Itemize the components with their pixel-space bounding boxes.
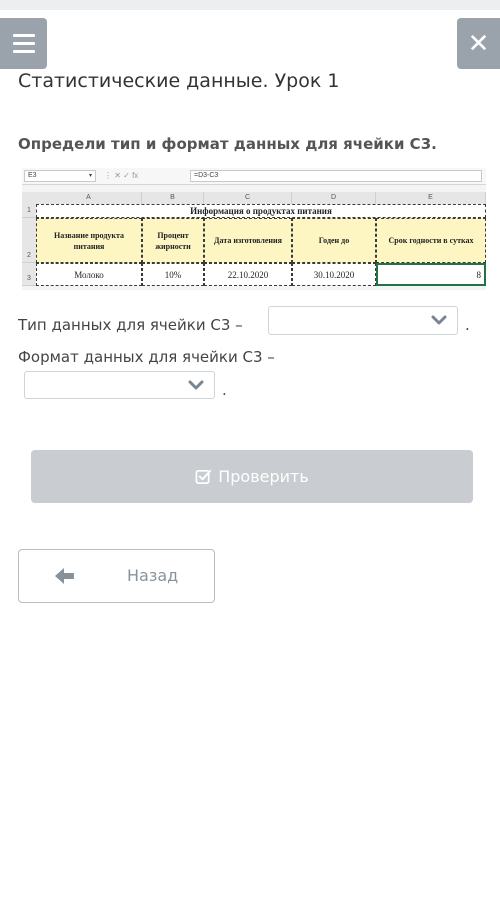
column-header-b: B bbox=[142, 192, 204, 204]
selected-cell: 8 bbox=[376, 263, 486, 286]
header-cell: Дата изготовления bbox=[204, 218, 292, 263]
spreadsheet-image: E3 ▾ ⋮ ✕ ✓ fx =D3-C3 A B C D E 1 2 3 Инф… bbox=[22, 168, 486, 290]
question-text: Определи тип и формат данных для ячейки … bbox=[18, 135, 437, 153]
data-cell: Молоко bbox=[36, 263, 142, 286]
check-button[interactable]: Проверить bbox=[31, 450, 473, 503]
close-icon: ✕ bbox=[467, 28, 490, 59]
header-cell: Процент жирности bbox=[142, 218, 204, 263]
column-header-c: C bbox=[204, 192, 292, 204]
question1-label: Тип данных для ячейки С3 – bbox=[18, 316, 243, 334]
row-header-2: 2 bbox=[22, 218, 36, 263]
top-bar bbox=[0, 0, 500, 10]
question2-end: . bbox=[222, 381, 227, 399]
back-button-label: Назад bbox=[127, 566, 179, 585]
data-cell: 30.10.2020 bbox=[292, 263, 376, 286]
row-header-3: 3 bbox=[22, 263, 36, 286]
data-type-select[interactable] bbox=[268, 306, 458, 335]
data-cell: 22.10.2020 bbox=[204, 263, 292, 286]
menu-button[interactable] bbox=[0, 18, 47, 69]
header-cell: Срок годности в сутках bbox=[376, 218, 486, 263]
sheet-corner bbox=[22, 192, 36, 204]
dropdown-icon: ▾ bbox=[88, 173, 92, 179]
arrow-left-icon bbox=[55, 568, 74, 584]
chevron-down-icon bbox=[431, 315, 447, 325]
chevron-down-icon bbox=[188, 380, 204, 390]
table-title: Информация о продуктах питания bbox=[36, 204, 486, 218]
name-box: E3 ▾ bbox=[24, 170, 96, 182]
page-title: Статистические данные. Урок 1 bbox=[18, 70, 340, 92]
check-button-label: Проверить bbox=[218, 467, 309, 486]
question2-label: Формат данных для ячейки С3 – bbox=[18, 348, 275, 366]
back-button[interactable]: Назад bbox=[18, 549, 215, 603]
data-cell: 10% bbox=[142, 263, 204, 286]
header-cell: Годен до bbox=[292, 218, 376, 263]
column-header-a: A bbox=[36, 192, 142, 204]
check-square-icon bbox=[195, 469, 212, 484]
formula-bar: E3 ▾ ⋮ ✕ ✓ fx =D3-C3 bbox=[22, 168, 486, 185]
close-button[interactable]: ✕ bbox=[457, 18, 500, 69]
data-format-select[interactable] bbox=[24, 371, 215, 399]
formula-text: =D3-C3 bbox=[190, 170, 482, 182]
column-header-d: D bbox=[292, 192, 376, 204]
header-cell: Название продукта питания bbox=[36, 218, 142, 263]
question1-end: . bbox=[465, 316, 470, 334]
hamburger-menu-icon bbox=[12, 34, 35, 37]
column-header-e: E bbox=[376, 192, 486, 204]
row-header-1: 1 bbox=[22, 204, 36, 218]
formula-icons: ⋮ ✕ ✓ fx bbox=[104, 171, 139, 180]
